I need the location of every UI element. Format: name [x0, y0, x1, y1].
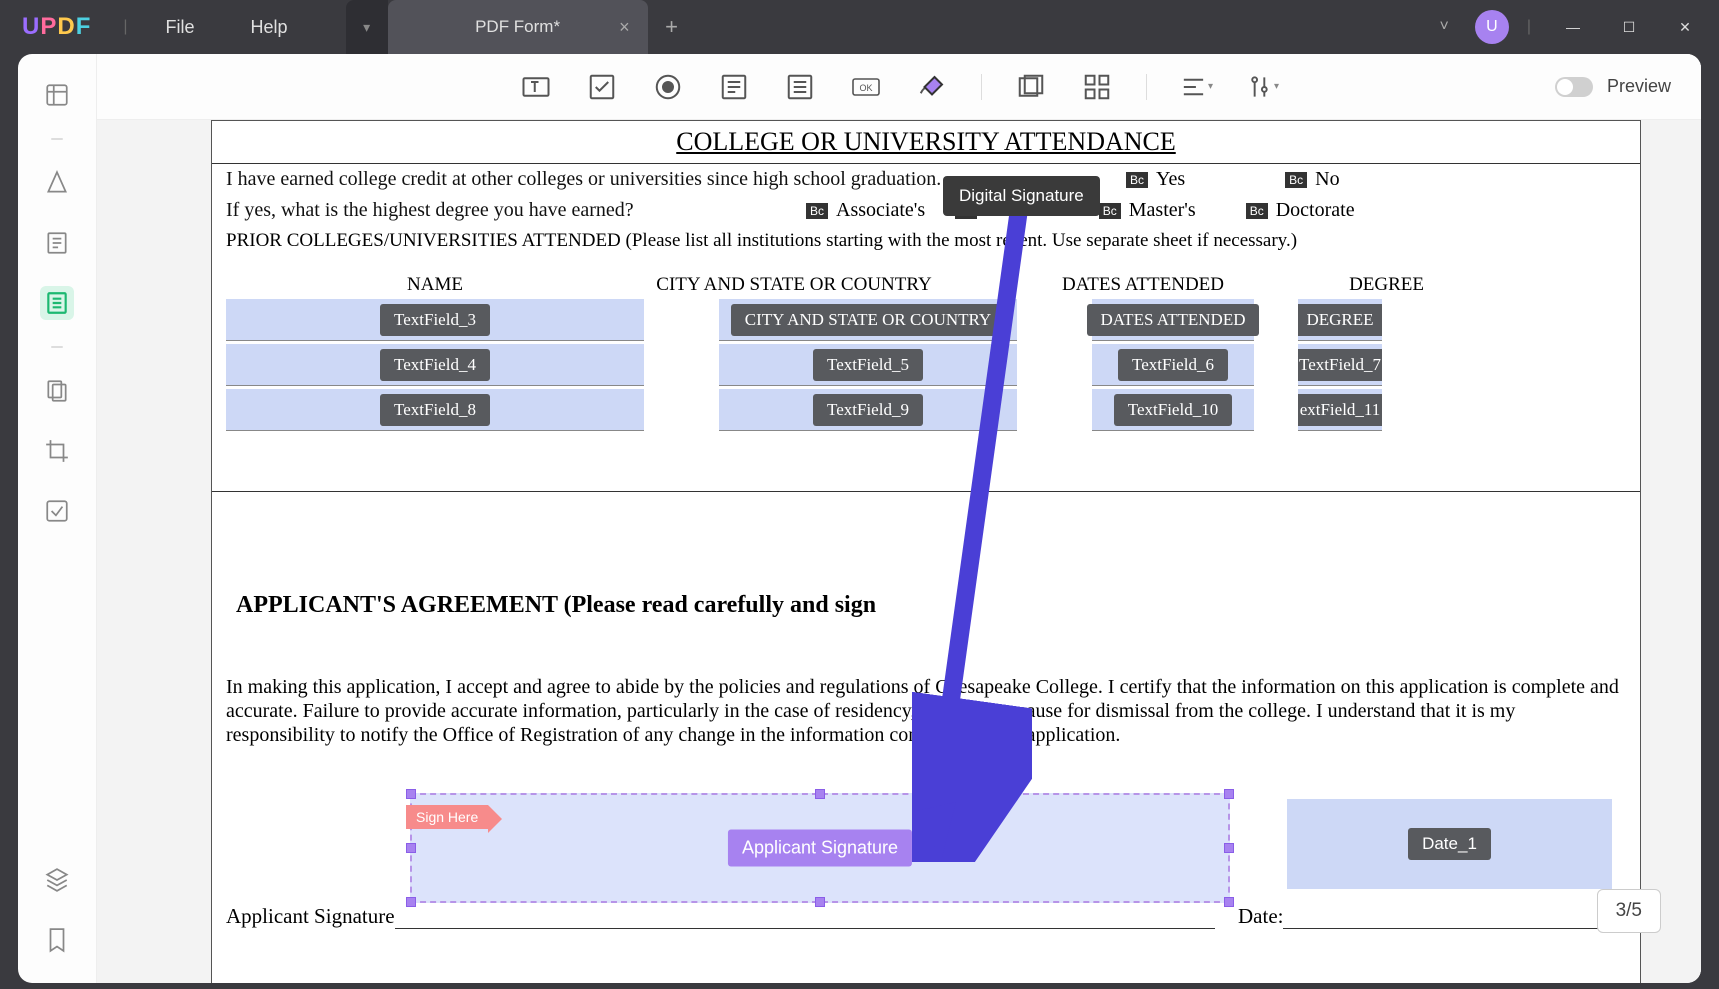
text-field[interactable]: TextField_7	[1298, 344, 1382, 386]
signature-label: Applicant Signature	[226, 904, 1215, 929]
bookmark-icon[interactable]	[40, 923, 74, 957]
redact-icon[interactable]	[40, 494, 74, 528]
signature-field-label: Applicant Signature	[728, 830, 912, 867]
text-field[interactable]: TextField_4	[226, 344, 644, 386]
settings-tool[interactable]: ▾	[1245, 70, 1279, 104]
duplicate-tool[interactable]	[1080, 70, 1114, 104]
date-field[interactable]: Date_1	[1287, 799, 1612, 889]
align-tool[interactable]: ▾	[1179, 70, 1213, 104]
resize-handle[interactable]	[1224, 789, 1234, 799]
window-minimize-button[interactable]: —	[1549, 7, 1597, 47]
thumbnails-icon[interactable]	[40, 78, 74, 112]
document-viewport[interactable]: COLLEGE OR UNIVERSITY ATTENDANCE I have …	[97, 120, 1701, 983]
agreement-body: In making this application, I accept and…	[212, 669, 1640, 753]
text-field[interactable]: TextField_9	[719, 389, 1017, 431]
separator	[51, 346, 63, 348]
new-tab-button[interactable]: +	[648, 0, 696, 54]
checkbox-doctorate[interactable]: BcDoctorate	[1246, 199, 1355, 222]
form-icon[interactable]	[40, 286, 74, 320]
resize-handle[interactable]	[815, 789, 825, 799]
separator: |	[1527, 18, 1531, 36]
divider	[212, 491, 1640, 492]
table-row: TextField_3 CITY AND STATE OR COUNTRY DA…	[212, 299, 1640, 341]
section-title: COLLEGE OR UNIVERSITY ATTENDANCE	[212, 121, 1640, 164]
app-body: OK ▾ ▾ Preview Digital Signature COLLEGE…	[18, 54, 1701, 983]
text-field-tool[interactable]	[519, 70, 553, 104]
page-counter[interactable]: 3/5	[1597, 889, 1661, 933]
window-close-button[interactable]: ✕	[1661, 7, 1709, 47]
checkbox-master[interactable]: BcMaster's	[1099, 199, 1196, 222]
text-field[interactable]: DEGREE	[1298, 299, 1382, 341]
text-field[interactable]: TextField_8	[226, 389, 644, 431]
edit-icon[interactable]	[40, 226, 74, 260]
sign-here-flag: Sign Here	[406, 805, 488, 829]
text-field[interactable]: CITY AND STATE OR COUNTRY	[719, 299, 1017, 341]
separator	[981, 74, 982, 100]
tooltip-digital-signature: Digital Signature	[943, 176, 1100, 216]
layers-icon[interactable]	[40, 863, 74, 897]
menu-file[interactable]: File	[138, 17, 223, 38]
text-field[interactable]: TextField_6	[1092, 344, 1254, 386]
crop-icon[interactable]	[40, 434, 74, 468]
signature-field-selected[interactable]: Sign Here Applicant Signature	[410, 793, 1230, 903]
text-field[interactable]: extField_11	[1298, 389, 1382, 431]
tab-title: PDF Form*	[475, 17, 560, 37]
form-toolbar: OK ▾ ▾ Preview	[97, 54, 1701, 120]
titlebar: UPDF | File Help ▾ PDF Form* × + ˅ U | —…	[0, 0, 1719, 54]
text-field[interactable]: TextField_5	[719, 344, 1017, 386]
tab-pdf-form[interactable]: PDF Form* ×	[388, 0, 648, 54]
signature-row: Sign Here Applicant Signature Date_1	[212, 793, 1640, 923]
app-logo: UPDF	[0, 13, 113, 41]
menu-help[interactable]: Help	[223, 17, 316, 38]
resize-handle[interactable]	[406, 843, 416, 853]
preview-label: Preview	[1607, 76, 1671, 97]
chevron-down-icon[interactable]: ˅	[1422, 18, 1467, 36]
digital-signature-tool[interactable]	[915, 70, 949, 104]
checkbox-tool[interactable]	[585, 70, 619, 104]
resize-handle[interactable]	[1224, 843, 1234, 853]
checkbox-associate[interactable]: BcAssociate's	[806, 199, 925, 222]
line-highest-degree: If yes, what is the highest degree you h…	[212, 195, 1640, 226]
main-area: OK ▾ ▾ Preview Digital Signature COLLEGE…	[96, 54, 1701, 983]
text-field[interactable]: DATES ATTENDED	[1092, 299, 1254, 341]
tab-list-dropdown[interactable]: ▾	[346, 0, 388, 54]
left-sidebar	[18, 54, 96, 983]
tab-close-button[interactable]: ×	[619, 17, 630, 38]
table-row: TextField_4 TextField_5 TextField_6 Text…	[212, 344, 1640, 386]
table-header: NAME CITY AND STATE OR COUNTRY DATES ATT…	[212, 274, 1640, 296]
ocr-icon[interactable]	[40, 374, 74, 408]
separator	[51, 138, 63, 140]
text-field[interactable]: TextField_10	[1092, 389, 1254, 431]
button-tool[interactable]: OK	[849, 70, 883, 104]
checkbox-no[interactable]: BcNo	[1285, 168, 1339, 191]
combo-box-tool[interactable]	[783, 70, 817, 104]
image-field-tool[interactable]	[1014, 70, 1048, 104]
user-avatar[interactable]: U	[1475, 10, 1509, 44]
list-box-tool[interactable]	[717, 70, 751, 104]
date-label: Date:	[1238, 904, 1613, 929]
line-college-credit: I have earned college credit at other co…	[212, 164, 1640, 195]
pdf-page: COLLEGE OR UNIVERSITY ATTENDANCE I have …	[211, 120, 1641, 983]
separator	[1146, 74, 1147, 100]
preview-toggle[interactable]	[1555, 77, 1593, 97]
tab-area: ▾ PDF Form* × +	[346, 0, 696, 54]
prior-colleges-text: PRIOR COLLEGES/UNIVERSITIES ATTENDED (Pl…	[212, 226, 1640, 256]
window-maximize-button[interactable]: ☐	[1605, 7, 1653, 47]
resize-handle[interactable]	[406, 789, 416, 799]
annotate-icon[interactable]	[40, 166, 74, 200]
resize-handle[interactable]	[1224, 897, 1234, 907]
agreement-title: APPLICANT'S AGREEMENT (Please read caref…	[212, 592, 1640, 619]
radio-button-tool[interactable]	[651, 70, 685, 104]
checkbox-yes[interactable]: BcYes	[1126, 168, 1185, 191]
separator: |	[123, 18, 127, 36]
table-row: TextField_8 TextField_9 TextField_10 ext…	[212, 389, 1640, 431]
text-field[interactable]: TextField_3	[226, 299, 644, 341]
svg-text:OK: OK	[859, 83, 872, 93]
